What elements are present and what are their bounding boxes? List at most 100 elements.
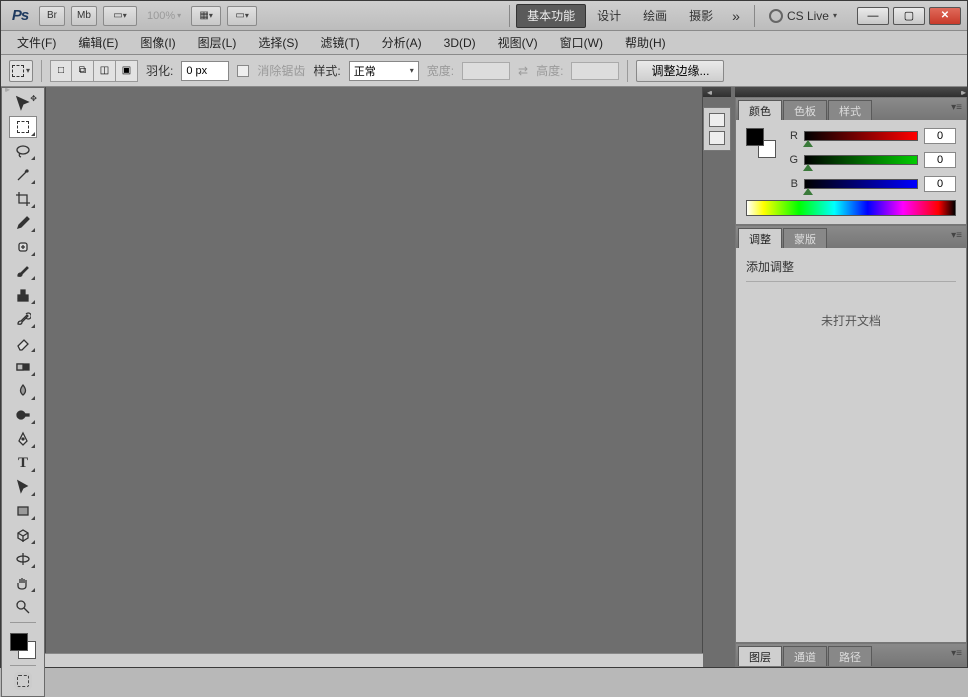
- feather-input[interactable]: [181, 61, 229, 81]
- healing-brush-tool[interactable]: [9, 236, 37, 258]
- menu-help[interactable]: 帮助(H): [615, 31, 676, 54]
- separator: [41, 60, 42, 82]
- tab-channels[interactable]: 通道: [783, 646, 827, 666]
- canvas-area[interactable]: [45, 87, 703, 667]
- panel-fg-swatch[interactable]: [746, 128, 764, 146]
- menu-layer[interactable]: 图层(L): [188, 31, 247, 54]
- b-value[interactable]: [924, 176, 956, 192]
- path-select-tool[interactable]: [9, 476, 37, 498]
- panel-icon[interactable]: [709, 131, 725, 145]
- r-slider[interactable]: [804, 131, 918, 141]
- tool-divider: [10, 622, 36, 623]
- workspace-tab-design[interactable]: 设计: [586, 4, 632, 28]
- tab-masks[interactable]: 蒙版: [783, 228, 827, 248]
- tab-adjustments[interactable]: 调整: [738, 228, 782, 248]
- b-label: B: [786, 178, 798, 190]
- eraser-tool[interactable]: [9, 332, 37, 354]
- zoom-tool[interactable]: [9, 596, 37, 618]
- blur-tool[interactable]: [9, 380, 37, 402]
- panel-menu-icon[interactable]: ▾≡: [951, 102, 962, 113]
- selection-subtract[interactable]: ◫: [94, 60, 116, 82]
- crop-tool[interactable]: [9, 188, 37, 210]
- window-controls: — ▢: [857, 7, 961, 25]
- workspace-tab-essentials[interactable]: 基本功能: [516, 4, 586, 28]
- tab-layers[interactable]: 图层: [738, 646, 782, 666]
- b-slider[interactable]: [804, 179, 918, 189]
- workspace-tab-photo[interactable]: 摄影: [678, 4, 724, 28]
- dock-grip[interactable]: ▸▸: [735, 87, 967, 97]
- hand-tool[interactable]: [9, 572, 37, 594]
- workspace-tab-painting[interactable]: 绘画: [632, 4, 678, 28]
- g-value[interactable]: [924, 152, 956, 168]
- no-document-message: 未打开文档: [746, 312, 956, 329]
- menu-filter[interactable]: 滤镜(T): [310, 31, 369, 54]
- menu-edit[interactable]: 编辑(E): [68, 31, 128, 54]
- tab-styles[interactable]: 样式: [828, 100, 872, 120]
- r-value[interactable]: [924, 128, 956, 144]
- color-swatches[interactable]: [8, 631, 38, 661]
- menu-view[interactable]: 视图(V): [488, 31, 548, 54]
- style-select[interactable]: 正常▾: [349, 61, 419, 81]
- eyedropper-tool[interactable]: [9, 212, 37, 234]
- g-slider[interactable]: [804, 155, 918, 165]
- dock-collapse-grip[interactable]: ◂◂: [703, 87, 731, 97]
- layers-panel-tabs: 图层 通道 路径 ▾≡: [736, 644, 966, 666]
- panel-menu-icon[interactable]: ▾≡: [951, 230, 962, 241]
- selection-add[interactable]: ⧉: [72, 60, 94, 82]
- foreground-color-swatch[interactable]: [10, 633, 28, 651]
- window-close[interactable]: [929, 7, 961, 25]
- selection-intersect[interactable]: ▣: [116, 60, 138, 82]
- gradient-tool[interactable]: [9, 356, 37, 378]
- window-maximize[interactable]: ▢: [893, 7, 925, 25]
- antialias-checkbox[interactable]: [237, 65, 249, 77]
- marquee-tool[interactable]: [9, 116, 37, 138]
- stamp-tool[interactable]: [9, 284, 37, 306]
- color-spectrum[interactable]: [746, 200, 956, 216]
- cs-live-button[interactable]: CS Live▾: [761, 9, 845, 23]
- selection-new[interactable]: □: [50, 60, 72, 82]
- menu-file[interactable]: 文件(F): [7, 31, 66, 54]
- screen-mode-button[interactable]: ▭▾: [103, 6, 137, 26]
- bridge-button[interactable]: Br: [39, 6, 65, 26]
- height-label: 高度:: [536, 62, 563, 79]
- menu-image[interactable]: 图像(I): [130, 31, 185, 54]
- zoom-level[interactable]: 100%▾: [143, 10, 185, 22]
- right-dock: ◂◂ ▸▸ 颜色 色板 样式 ▾≡: [703, 87, 967, 667]
- menu-select[interactable]: 选择(S): [248, 31, 308, 54]
- app-bar: Ps Br Mb ▭▾ 100%▾ ▦▾ ▭▾ 基本功能 设计 绘画 摄影 » …: [1, 1, 967, 31]
- color-panel: 颜色 色板 样式 ▾≡ R G B: [735, 97, 967, 225]
- menu-window[interactable]: 窗口(W): [550, 31, 613, 54]
- adjustments-panel: 调整 蒙版 ▾≡ 添加调整 未打开文档: [735, 225, 967, 643]
- arrange-button[interactable]: ▦▾: [191, 6, 221, 26]
- panel-menu-icon[interactable]: ▾≡: [951, 648, 962, 659]
- refine-edge-button[interactable]: 调整边缘...: [636, 60, 724, 82]
- separator: [627, 60, 628, 82]
- tab-color[interactable]: 颜色: [738, 100, 782, 120]
- brush-tool[interactable]: [9, 260, 37, 282]
- menu-3d[interactable]: 3D(D): [434, 33, 486, 53]
- current-tool-preset[interactable]: ▾: [9, 60, 33, 82]
- tab-swatches[interactable]: 色板: [783, 100, 827, 120]
- tab-paths[interactable]: 路径: [828, 646, 872, 666]
- window-minimize[interactable]: —: [857, 7, 889, 25]
- type-tool[interactable]: T: [9, 452, 37, 474]
- extras-button[interactable]: ▭▾: [227, 6, 257, 26]
- menu-analysis[interactable]: 分析(A): [372, 31, 432, 54]
- history-brush-tool[interactable]: [9, 308, 37, 330]
- quickmask-toggle[interactable]: [9, 670, 37, 692]
- shape-tool[interactable]: [9, 500, 37, 522]
- 3d-camera-tool[interactable]: [9, 548, 37, 570]
- collapsed-panel-group[interactable]: [703, 107, 731, 151]
- layers-panel: 图层 通道 路径 ▾≡: [735, 643, 967, 667]
- selection-mode-group: □ ⧉ ◫ ▣: [50, 60, 138, 82]
- lasso-tool[interactable]: [9, 140, 37, 162]
- panel-color-swatches[interactable]: [746, 128, 776, 158]
- move-tool[interactable]: ✥: [9, 92, 37, 114]
- dodge-tool[interactable]: [9, 404, 37, 426]
- workspace-more[interactable]: »: [724, 4, 748, 28]
- pen-tool[interactable]: [9, 428, 37, 450]
- history-panel-icon[interactable]: [709, 113, 725, 127]
- 3d-tool[interactable]: [9, 524, 37, 546]
- magic-wand-tool[interactable]: [9, 164, 37, 186]
- minibridge-button[interactable]: Mb: [71, 6, 97, 26]
